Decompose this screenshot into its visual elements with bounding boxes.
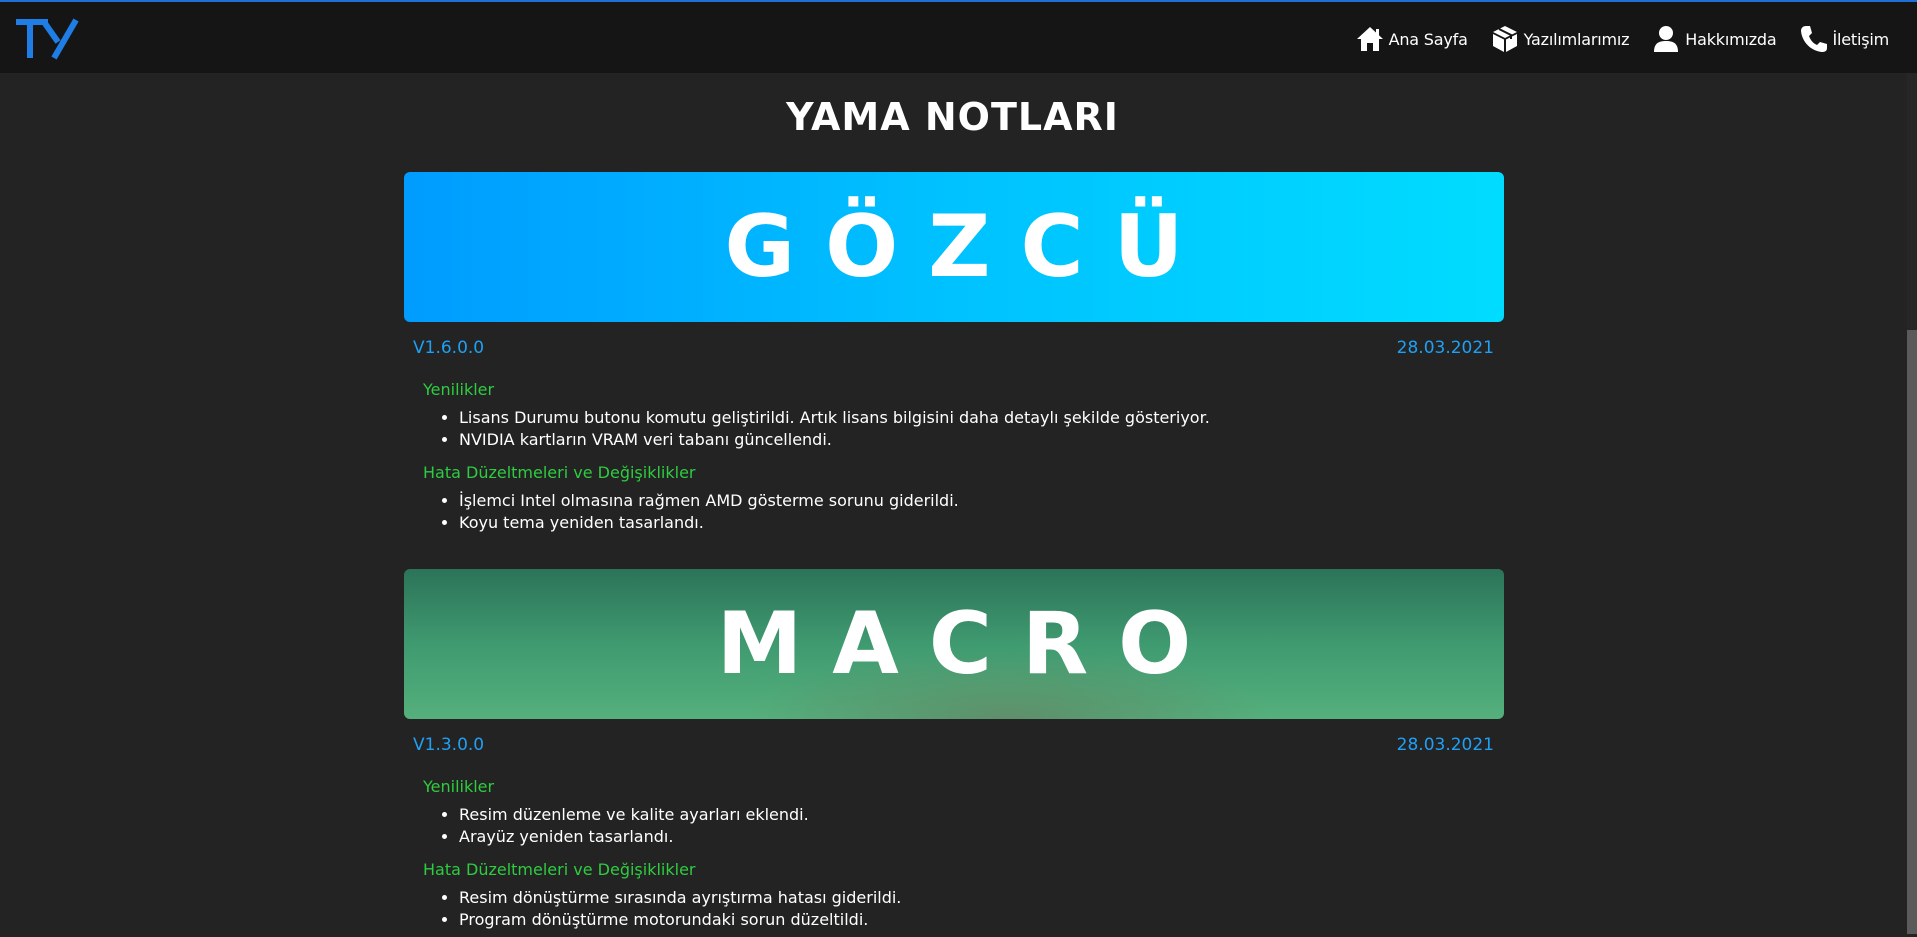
section-title-fixes: Hata Düzeltmeleri ve Değişiklikler	[423, 463, 696, 482]
nav-label-about: Hakkımızda	[1685, 29, 1777, 49]
nav-item-about[interactable]: Hakkımızda	[1651, 24, 1777, 54]
release-date: 28.03.2021	[1396, 735, 1494, 755]
release-banner-title: MACRO	[716, 594, 1222, 694]
nav-menu: Ana Sayfa Yazılımlarımız Hakkımızda İlet…	[1333, 20, 1889, 58]
release-macro: MACRO V1.3.0.0 28.03.2021 Yenilikler Res…	[404, 569, 1504, 937]
section-list-new: Lisans Durumu butonu komutu geliştirildi…	[404, 407, 1504, 451]
section-title-new: Yenilikler	[423, 380, 495, 399]
user-icon	[1654, 26, 1679, 52]
release-meta: V1.6.0.0 28.03.2021	[404, 338, 1504, 368]
nav-item-software[interactable]: Yazılımlarımız	[1490, 24, 1630, 54]
navbar: Ana Sayfa Yazılımlarımız Hakkımızda İlet…	[0, 2, 1917, 73]
release-meta: V1.3.0.0 28.03.2021	[404, 735, 1504, 765]
list-item: Resim dönüştürme sırasında ayrıştırma ha…	[459, 887, 1504, 909]
list-item: NVIDIA kartların VRAM veri tabanı güncel…	[459, 429, 1504, 451]
nav-item-contact[interactable]: İletişim	[1799, 24, 1890, 54]
section-list-new: Resim düzenleme ve kalite ayarları eklen…	[404, 804, 1504, 848]
release-version: V1.6.0.0	[413, 338, 485, 358]
section-list-fixes: Resim dönüştürme sırasında ayrıştırma ha…	[404, 887, 1504, 931]
list-item: İşlemci Intel olmasına rağmen AMD göster…	[459, 490, 1504, 512]
list-item: Lisans Durumu butonu komutu geliştirildi…	[459, 407, 1504, 429]
list-item: Koyu tema yeniden tasarlandı.	[459, 512, 1504, 534]
nav-label-home: Ana Sayfa	[1388, 29, 1468, 49]
list-item: Arayüz yeniden tasarlandı.	[459, 826, 1504, 848]
section-title-new: Yenilikler	[423, 777, 495, 796]
home-icon	[1356, 27, 1383, 51]
ty-logo[interactable]	[14, 16, 80, 60]
nav-label-contact: İletişim	[1832, 29, 1890, 49]
release-banner: MACRO	[404, 569, 1504, 719]
list-item: Program dönüştürme motorundaki sorun düz…	[459, 909, 1504, 931]
box-icon	[1492, 26, 1517, 52]
release-banner: GÖZCÜ	[404, 172, 1504, 322]
section-title-fixes: Hata Düzeltmeleri ve Değişiklikler	[423, 860, 696, 879]
list-item: Resim düzenleme ve kalite ayarları eklen…	[459, 804, 1504, 826]
page-title: YAMA NOTLARI	[786, 95, 1119, 139]
section-list-fixes: İşlemci Intel olmasına rağmen AMD göster…	[404, 490, 1504, 534]
nav-item-home[interactable]: Ana Sayfa	[1355, 24, 1468, 54]
scrollbar-thumb[interactable]	[1907, 330, 1917, 934]
phone-icon	[1800, 26, 1827, 52]
release-banner-title: GÖZCÜ	[724, 197, 1214, 297]
nav-label-software: Yazılımlarımız	[1523, 29, 1630, 49]
release-gozcu: GÖZCÜ V1.6.0.0 28.03.2021 Yenilikler Lis…	[404, 172, 1504, 540]
release-date: 28.03.2021	[1396, 338, 1494, 358]
release-version: V1.3.0.0	[413, 735, 485, 755]
